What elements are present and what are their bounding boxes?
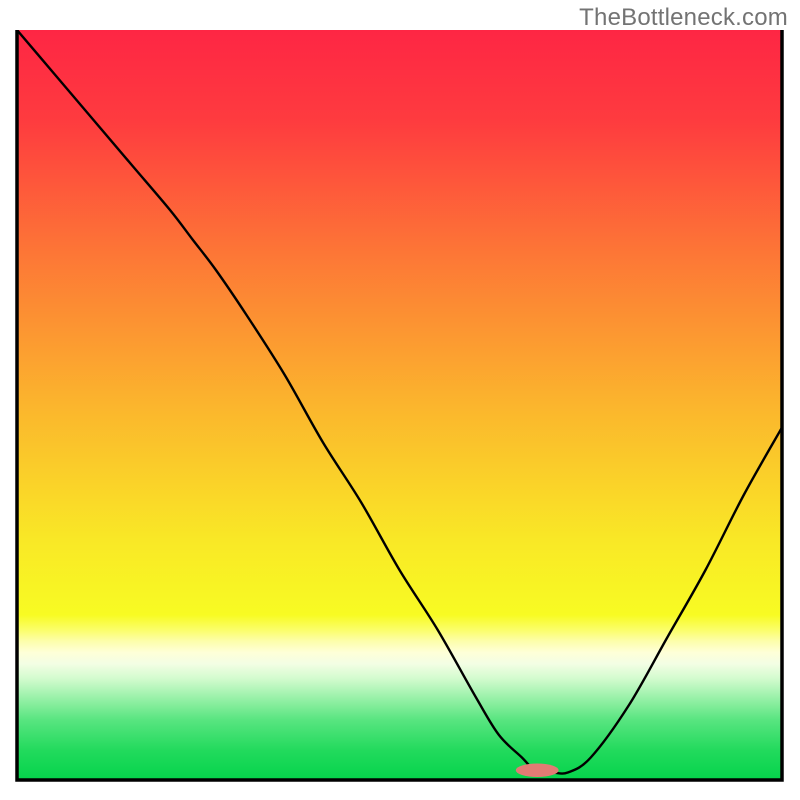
- chart-svg: [0, 0, 800, 800]
- watermark-text: TheBottleneck.com: [579, 4, 788, 32]
- optimal-marker: [516, 764, 559, 778]
- chart-frame: TheBottleneck.com: [0, 0, 800, 800]
- gradient-background: [17, 30, 782, 780]
